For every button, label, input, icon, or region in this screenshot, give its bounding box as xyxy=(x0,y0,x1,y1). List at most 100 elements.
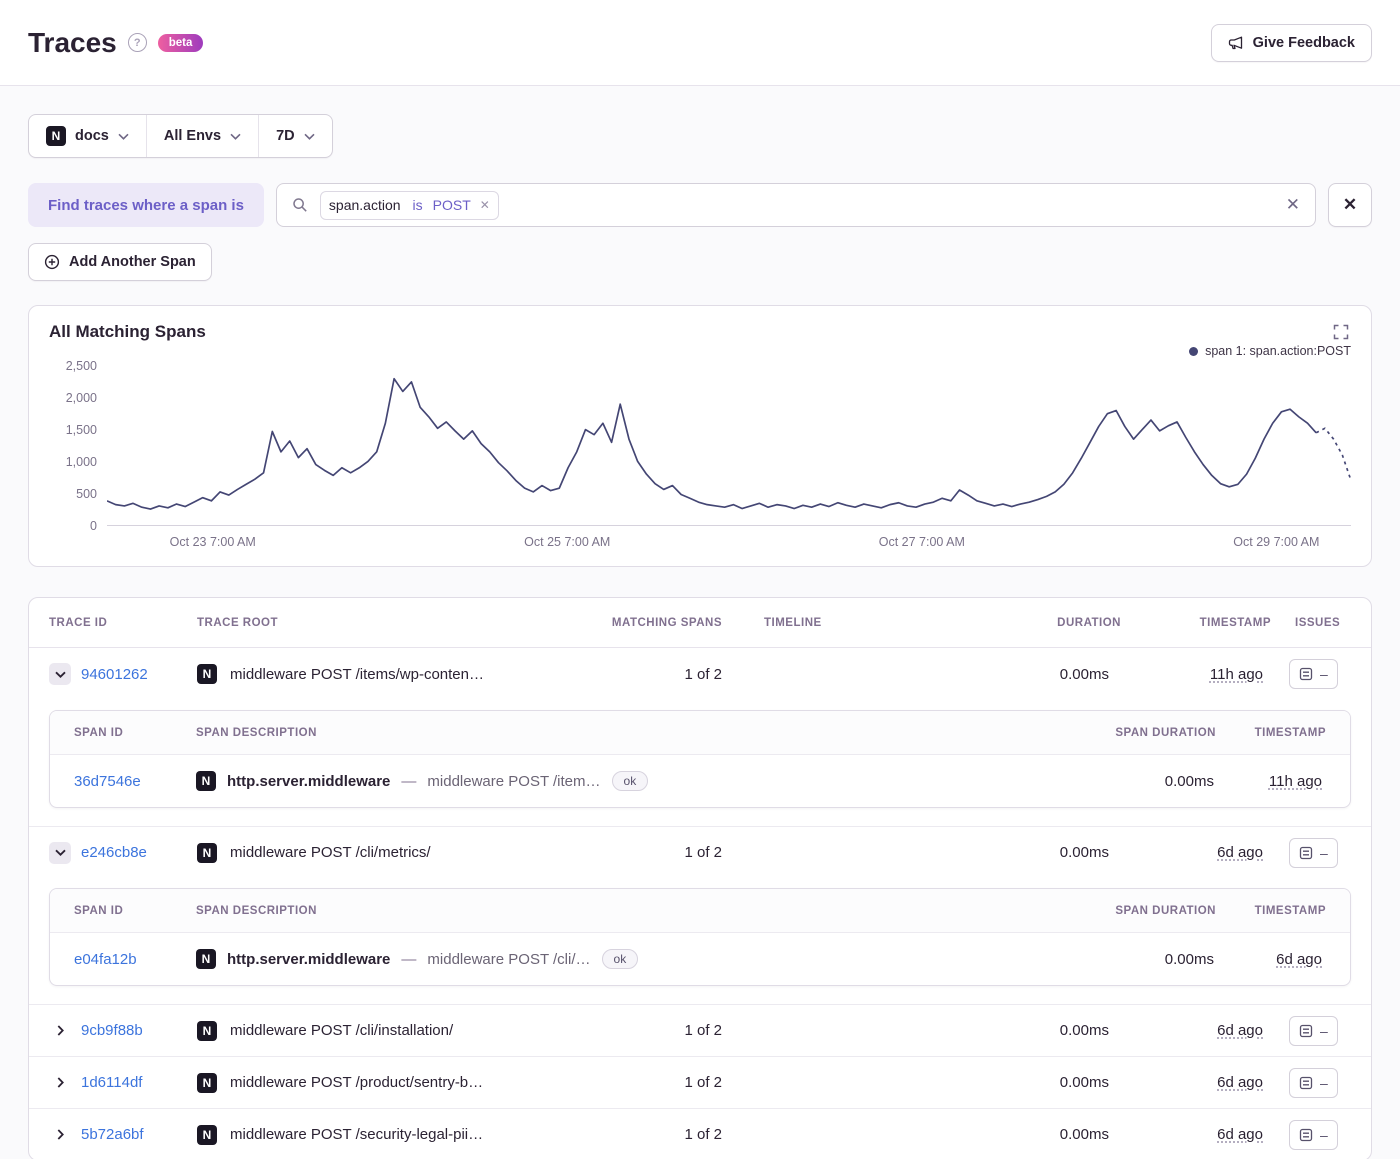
x-tick: Oct 25 7:00 AM xyxy=(524,535,611,549)
project-platform-icon: N xyxy=(196,949,216,969)
issues-button[interactable]: – xyxy=(1289,1015,1338,1046)
chart-y-axis: 2,500 2,000 1,500 1,000 500 0 xyxy=(49,359,107,533)
trace-row: e246cb8e N middleware POST /cli/metrics/… xyxy=(29,826,1371,878)
span-search-row: Find traces where a span is span.action … xyxy=(28,183,1372,227)
add-another-span-button[interactable]: Add Another Span xyxy=(28,243,212,281)
trace-id-link[interactable]: 9cb9f88b xyxy=(81,1022,143,1039)
issues-button[interactable]: – xyxy=(1289,837,1338,868)
collapse-trace-icon[interactable] xyxy=(49,841,71,864)
trace-id-link[interactable]: 5b72a6bf xyxy=(81,1126,144,1143)
legend-label: span 1: span.action:POST xyxy=(1205,344,1351,358)
trace-root-text: middleware POST /cli/metrics/ xyxy=(230,844,431,861)
span-duration: 0.00ms xyxy=(1164,772,1214,790)
col-matching-spans: Matching Spans xyxy=(611,616,722,629)
span-search-input[interactable]: span.action is POST ✕ ✕ xyxy=(275,183,1316,227)
trace-duration: 0.00ms xyxy=(1059,1022,1109,1039)
expand-trace-icon[interactable] xyxy=(49,1124,71,1146)
spans-line-chart[interactable] xyxy=(107,366,1351,526)
issues-button[interactable]: – xyxy=(1289,1067,1338,1098)
span-description-text: middleware POST /cli/… xyxy=(427,950,591,968)
matching-spans-count: 1 of 2 xyxy=(684,1074,722,1091)
col-span-duration: Span Duration xyxy=(1115,726,1216,739)
trace-duration: 0.00ms xyxy=(1059,1126,1109,1143)
trace-root-text: middleware POST /security-legal-pii… xyxy=(230,1126,484,1143)
chart-legend[interactable]: span 1: span.action:POST xyxy=(49,342,1351,360)
trace-id-link[interactable]: e246cb8e xyxy=(81,844,147,861)
issues-icon xyxy=(1299,1128,1313,1141)
col-trace-id: Trace ID xyxy=(49,616,108,629)
span-id-link[interactable]: 36d7546e xyxy=(74,773,196,790)
trace-row: 9cb9f88b N middleware POST /cli/installa… xyxy=(29,1004,1371,1056)
remove-span-query-button[interactable]: ✕ xyxy=(1328,183,1372,227)
col-duration: Duration xyxy=(1057,616,1121,629)
issues-icon xyxy=(1299,1024,1313,1037)
token-key: span.action xyxy=(328,197,401,213)
issues-icon xyxy=(1299,846,1313,859)
clear-search-icon[interactable]: ✕ xyxy=(1286,195,1300,215)
trace-duration: 0.00ms xyxy=(1059,1074,1109,1091)
top-bar: Traces ? beta Give Feedback xyxy=(0,0,1400,86)
x-tick: Oct 27 7:00 AM xyxy=(878,535,965,549)
project-platform-icon: N xyxy=(197,1072,217,1093)
span-duration: 0.00ms xyxy=(1164,950,1214,968)
project-platform-icon: N xyxy=(197,842,217,863)
col-span-id: Span ID xyxy=(74,726,124,739)
trace-row: 1d6114df N middleware POST /product/sent… xyxy=(29,1056,1371,1108)
span-id-link[interactable]: e04fa12b xyxy=(74,951,196,968)
project-platform-icon: N xyxy=(197,664,217,684)
issues-button[interactable]: – xyxy=(1289,1119,1338,1150)
col-span-id: Span ID xyxy=(74,904,124,917)
col-span-timestamp: Timestamp xyxy=(1254,904,1326,917)
fullscreen-icon[interactable] xyxy=(1331,322,1351,342)
issues-icon xyxy=(1299,1076,1313,1089)
y-tick: 0 xyxy=(90,519,97,533)
trace-root-text: middleware POST /items/wp-conten… xyxy=(230,665,484,683)
expand-trace-icon[interactable] xyxy=(49,1072,71,1094)
date-range-selector[interactable]: 7D xyxy=(258,115,332,157)
traces-table-header: Trace ID Trace Root Matching Spans Timel… xyxy=(29,598,1371,648)
project-selector[interactable]: N docs xyxy=(29,115,146,157)
collapse-trace-icon[interactable] xyxy=(49,663,71,685)
search-filter-token[interactable]: span.action is POST ✕ xyxy=(319,190,499,220)
page-title: Traces xyxy=(28,26,117,58)
span-status-badge: ok xyxy=(611,771,649,791)
span-row: e04fa12b N http.server.middleware — midd… xyxy=(50,933,1350,985)
project-platform-icon: N xyxy=(197,1020,217,1041)
col-timeline: Timeline xyxy=(764,616,822,629)
span-status-badge: ok xyxy=(601,949,639,969)
span-sub-table-header: Span ID Span Description Span Duration T… xyxy=(50,889,1350,933)
matching-spans-chart-card: All Matching Spans span 1: span.action:P… xyxy=(28,305,1372,567)
issues-button[interactable]: – xyxy=(1289,659,1338,689)
col-timestamp: Timestamp xyxy=(1199,616,1271,629)
project-platform-icon: N xyxy=(46,126,66,146)
environment-selector[interactable]: All Envs xyxy=(145,115,258,157)
span-sub-table-header: Span ID Span Description Span Duration T… xyxy=(50,711,1350,755)
trace-timestamp: 6d ago xyxy=(1217,844,1263,861)
chevron-down-icon xyxy=(304,133,315,140)
span-description-text: middleware POST /item… xyxy=(427,772,601,790)
span-operation: http.server.middleware xyxy=(227,772,391,790)
x-tick: Oct 23 7:00 AM xyxy=(169,535,256,549)
filter-bar: N docs All Envs 7D xyxy=(28,114,333,158)
help-icon[interactable]: ? xyxy=(127,33,147,52)
megaphone-icon xyxy=(1228,35,1244,51)
token-remove-icon[interactable]: ✕ xyxy=(477,198,498,212)
y-tick: 2,000 xyxy=(65,391,97,405)
trace-id-link[interactable]: 1d6114df xyxy=(81,1074,142,1091)
span-condition-label: Find traces where a span is xyxy=(28,183,264,227)
traces-table: Trace ID Trace Root Matching Spans Timel… xyxy=(28,597,1372,1159)
expand-trace-icon[interactable] xyxy=(49,1020,71,1042)
token-value[interactable]: POST xyxy=(427,197,477,213)
issues-icon xyxy=(1299,667,1313,681)
trace-timestamp: 6d ago xyxy=(1217,1126,1263,1143)
span-operation: http.server.middleware xyxy=(227,950,391,968)
give-feedback-button[interactable]: Give Feedback xyxy=(1210,23,1372,62)
span-row: 36d7546e N http.server.middleware — midd… xyxy=(50,755,1350,807)
token-operator[interactable]: is xyxy=(409,197,427,213)
trace-row: 5b72a6bf N middleware POST /security-leg… xyxy=(29,1108,1371,1159)
project-platform-icon: N xyxy=(197,1124,217,1145)
trace-id-link[interactable]: 94601262 xyxy=(81,666,148,683)
search-icon xyxy=(292,197,308,213)
col-span-timestamp: Timestamp xyxy=(1254,726,1326,739)
beta-badge: beta xyxy=(157,33,204,52)
